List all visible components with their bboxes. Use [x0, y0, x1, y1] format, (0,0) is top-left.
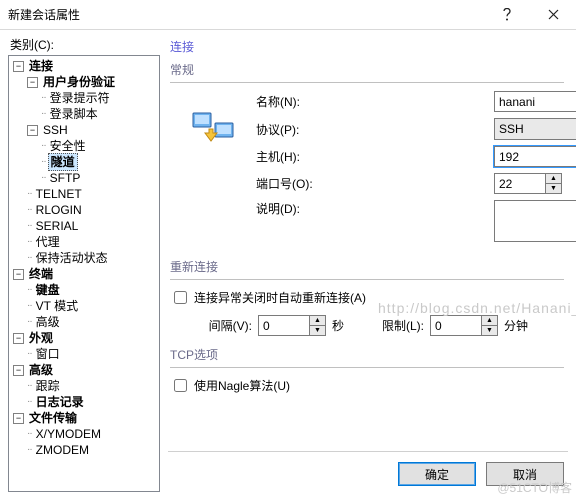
limit-input[interactable] [430, 315, 482, 336]
chevron-down-icon[interactable]: ▼ [310, 326, 325, 335]
ok-button[interactable]: 确定 [398, 462, 476, 486]
chevron-up-icon[interactable]: ▲ [546, 174, 561, 184]
tree-advanced[interactable]: 高级 [27, 362, 55, 378]
expander-icon[interactable]: − [27, 77, 38, 88]
expander-icon[interactable]: − [27, 125, 38, 136]
name-input[interactable] [494, 91, 576, 112]
section-reconnect: 重新连接 [170, 258, 564, 275]
name-label: 名称(N): [256, 93, 494, 110]
desc-input[interactable] [494, 200, 576, 242]
expander-icon[interactable]: − [13, 269, 24, 280]
tree-login-script[interactable]: 登录脚本 [48, 106, 100, 122]
connection-icon [170, 111, 256, 147]
expander-icon[interactable]: − [13, 333, 24, 344]
host-input[interactable] [494, 146, 576, 167]
tree-proxy[interactable]: 代理 [34, 234, 62, 250]
interval-label: 间隔(V): [196, 317, 252, 334]
tree-tunnel[interactable]: 隧道 [48, 153, 78, 171]
interval-input[interactable] [258, 315, 310, 336]
nagle-checkbox[interactable]: 使用Nagle算法(U) [170, 376, 564, 395]
tree-vtmode[interactable]: VT 模式 [34, 298, 80, 314]
titlebar: 新建会话属性 [0, 0, 576, 30]
port-input[interactable] [494, 173, 546, 194]
expander-icon[interactable]: − [13, 413, 24, 424]
reconnect-checkbox-label: 连接异常关闭时自动重新连接(A) [194, 289, 366, 306]
host-label: 主机(H): [256, 148, 494, 165]
tree-terminal[interactable]: 终端 [27, 266, 55, 282]
divider [170, 367, 564, 368]
section-general: 常规 [170, 61, 564, 78]
reconnect-checkbox-input[interactable] [174, 291, 187, 304]
window-title: 新建会话属性 [8, 6, 484, 23]
tree-appearance[interactable]: 外观 [27, 330, 55, 346]
nagle-checkbox-input[interactable] [174, 379, 187, 392]
tree-file-transfer[interactable]: 文件传输 [27, 410, 79, 426]
tree-trace[interactable]: 跟踪 [34, 378, 62, 394]
tree-sftp[interactable]: SFTP [48, 170, 83, 186]
tree-advanced-term[interactable]: 高级 [34, 314, 62, 330]
category-label: 类别(C): [10, 36, 160, 53]
help-button[interactable] [484, 0, 530, 30]
limit-spinner[interactable]: ▲ ▼ [482, 315, 498, 336]
tree-serial[interactable]: SERIAL [34, 218, 81, 234]
tree-ssh[interactable]: SSH [41, 122, 70, 138]
protocol-select[interactable]: SSH [494, 118, 576, 140]
divider [170, 82, 564, 83]
interval-spinner[interactable]: ▲ ▼ [310, 315, 326, 336]
tree-keyboard[interactable]: 键盘 [34, 282, 62, 298]
tree-auth[interactable]: 用户身份验证 [41, 74, 117, 90]
chevron-down-icon[interactable]: ▼ [546, 184, 561, 193]
expander-icon[interactable]: − [13, 61, 24, 72]
tree-window[interactable]: 窗口 [34, 346, 62, 362]
expander-icon[interactable]: − [13, 365, 24, 376]
chevron-up-icon[interactable]: ▲ [482, 316, 497, 326]
section-tcp: TCP选项 [170, 346, 564, 363]
category-tree[interactable]: −连接 −用户身份验证 ··登录提示符 ··登录脚本 −SSH ··安全性 ··… [8, 55, 160, 492]
cancel-button[interactable]: 取消 [486, 462, 564, 486]
tree-keepalive[interactable]: 保持活动状态 [34, 250, 110, 266]
port-label: 端口号(O): [256, 175, 494, 192]
tree-telnet[interactable]: TELNET [34, 186, 84, 202]
chevron-up-icon[interactable]: ▲ [310, 316, 325, 326]
interval-unit: 秒 [332, 317, 344, 334]
tree-connection[interactable]: 连接 [27, 58, 55, 74]
tree-zmodem[interactable]: ZMODEM [34, 442, 91, 458]
limit-label: 限制(L): [368, 317, 424, 334]
tree-security[interactable]: 安全性 [48, 138, 88, 154]
tree-login-prompt[interactable]: 登录提示符 [48, 90, 112, 106]
tree-rlogin[interactable]: RLOGIN [34, 202, 84, 218]
port-spinner[interactable]: ▲ ▼ [546, 173, 562, 194]
desc-label: 说明(D): [256, 200, 494, 217]
divider [170, 279, 564, 280]
protocol-label: 协议(P): [256, 121, 494, 138]
chevron-down-icon[interactable]: ▼ [482, 326, 497, 335]
limit-unit: 分钟 [504, 317, 528, 334]
reconnect-checkbox[interactable]: 连接异常关闭时自动重新连接(A) [170, 288, 564, 307]
panel-header: 连接 [170, 38, 564, 55]
nagle-checkbox-label: 使用Nagle算法(U) [194, 377, 290, 394]
tree-logging[interactable]: 日志记录 [34, 394, 86, 410]
close-button[interactable] [530, 0, 576, 30]
tree-xymodem[interactable]: X/YMODEM [34, 426, 103, 442]
